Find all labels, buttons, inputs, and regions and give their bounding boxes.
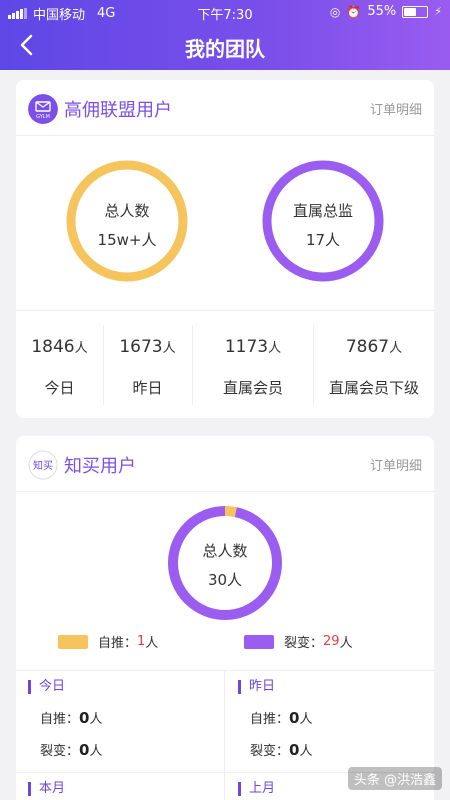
- period-today-self-value: 0: [79, 709, 90, 727]
- gylm-direct-ring-text: 直属总监 17人: [260, 200, 386, 250]
- stat-direct-members-sub-label: 直属会员下级: [328, 379, 419, 397]
- nav-bar: 我的团队: [0, 26, 450, 66]
- legend-fission-label: 裂变：: [284, 636, 324, 651]
- divider: [224, 670, 225, 800]
- period-this-month[interactable]: 本月: [16, 772, 224, 800]
- legend-fission-value: 29: [323, 634, 340, 649]
- zhimai-logo: 知买: [28, 450, 58, 480]
- stat-yesterday-num: 1673: [119, 337, 163, 357]
- period-yesterday-title: 昨日: [238, 680, 275, 694]
- gylm-total-label: 总人数: [104, 202, 150, 220]
- legend-self-label: 自推：: [98, 636, 138, 651]
- zhimai-order-detail-link[interactable]: 订单明细: [370, 455, 422, 474]
- period-yesterday[interactable]: 昨日 自推：0人 裂变：0人: [226, 670, 434, 772]
- battery-percent: 55%: [367, 4, 397, 19]
- stat-direct-members-label: 直属会员: [222, 379, 283, 397]
- period-today-fission: 裂变：0人: [40, 741, 103, 759]
- zhimai-ring-label: 总人数: [202, 542, 248, 560]
- gylm-card: GYLM 高佣联盟用户 订单明细 总人数 15w+人 直属总监 17人 1846…: [16, 80, 434, 418]
- period-last-month-title: 上月: [238, 782, 275, 796]
- svg-text:知买: 知买: [33, 459, 53, 472]
- alarm-icon: ⏰: [346, 4, 362, 19]
- legend-swatch-self: [58, 634, 88, 649]
- battery-icon: [402, 5, 429, 18]
- stat-direct-members-num: 1173: [224, 337, 269, 357]
- period-today[interactable]: 今日 自推：0人 裂变：0人: [16, 670, 224, 772]
- gylm-direct-label: 直属总监: [292, 202, 353, 220]
- stat-today-label: 今日: [44, 379, 75, 397]
- stat-direct-members-sub[interactable]: 7867人 直属会员下级: [314, 311, 434, 409]
- status-bar: 中国移动 4G 下午7:30 ◎ ⏰ 55% ⚡: [0, 0, 450, 24]
- zhimai-title: 知买用户: [64, 456, 136, 477]
- legend-self-value: 1: [137, 634, 146, 649]
- stat-yesterday-label: 昨日: [132, 379, 163, 397]
- zhimai-card: 知买 知买用户 订单明细 总人数 30人 自推： 1 人 裂变： 29 人 今日…: [16, 436, 434, 800]
- lock-rotation-icon: ◎: [329, 4, 341, 19]
- gylm-card-header: GYLM 高佣联盟用户 订单明细: [16, 80, 434, 136]
- period-today-self: 自推：0人: [40, 709, 103, 727]
- stat-direct-members-unit: 人: [268, 341, 282, 356]
- stat-direct-members-sub-num: 7867: [345, 337, 390, 357]
- gylm-order-detail-link[interactable]: 订单明细: [370, 99, 422, 118]
- stat-yesterday-unit: 人: [162, 341, 176, 356]
- zhimai-ring-value: 30人: [207, 571, 243, 589]
- gylm-logo: GYLM: [28, 94, 58, 124]
- legend-fission: 裂变： 29 人: [244, 632, 353, 651]
- gylm-direct-value: 17人: [305, 231, 341, 249]
- top-bar: 中国移动 4G 下午7:30 ◎ ⏰ 55% ⚡ 我的团队: [0, 0, 450, 70]
- period-yesterday-self-value: 0: [289, 709, 300, 727]
- charging-icon: ⚡: [434, 5, 442, 18]
- stat-today[interactable]: 1846人 今日: [16, 311, 103, 409]
- battery-fill: [404, 7, 417, 16]
- period-yesterday-fission-value: 0: [289, 741, 300, 759]
- gylm-stats: 1846人 今日 1673人 昨日 1173人 直属会员 7867人 直属会员下…: [16, 310, 434, 408]
- svg-text:GYLM: GYLM: [36, 114, 50, 120]
- zhimai-ring-text: 总人数 30人: [166, 540, 284, 590]
- legend-fission-unit: 人: [339, 636, 353, 651]
- zhimai-card-header: 知买 知买用户 订单明细: [16, 436, 434, 492]
- period-today-title: 今日: [28, 680, 65, 694]
- page-title: 我的团队: [185, 37, 265, 61]
- stat-today-num: 1846: [31, 337, 75, 357]
- legend-swatch-fission: [244, 634, 274, 649]
- gylm-total-value: 15w+人: [97, 231, 157, 249]
- gylm-title: 高佣联盟用户: [64, 100, 172, 121]
- stat-direct-members[interactable]: 1173人 直属会员: [193, 311, 313, 409]
- period-today-fission-value: 0: [79, 741, 90, 759]
- legend-self-unit: 人: [145, 636, 159, 651]
- legend-self-push: 自推： 1 人: [58, 632, 158, 651]
- period-yesterday-self: 自推：0人: [250, 709, 313, 727]
- stat-yesterday[interactable]: 1673人 昨日: [104, 311, 191, 409]
- gylm-total-ring-text: 总人数 15w+人: [64, 200, 190, 250]
- period-yesterday-fission: 裂变：0人: [250, 741, 313, 759]
- stat-direct-members-sub-unit: 人: [389, 341, 403, 356]
- stat-today-unit: 人: [74, 341, 88, 356]
- watermark: 头条 @洪浩鑫: [347, 767, 442, 790]
- period-this-month-title: 本月: [28, 782, 65, 796]
